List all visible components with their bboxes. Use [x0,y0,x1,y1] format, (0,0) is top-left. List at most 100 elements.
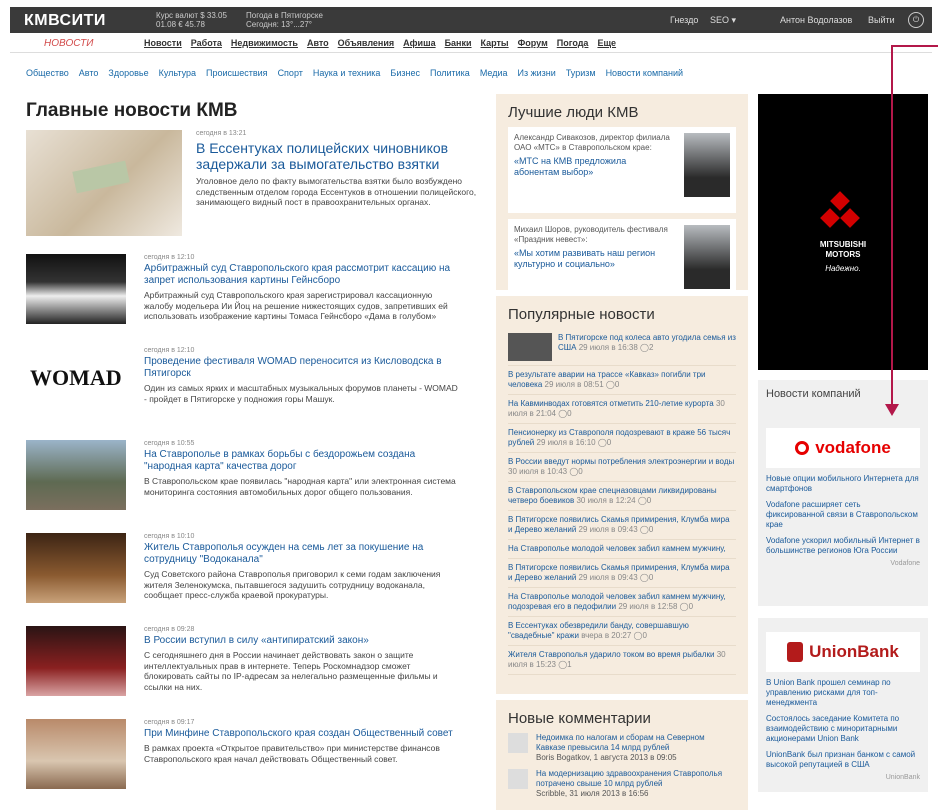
popular-item: На Ставрополье молодой человек забил кам… [508,540,736,559]
news-thumbnail[interactable] [26,254,126,324]
category-link[interactable]: Происшествия [206,68,268,78]
mitsubishi-ad[interactable]: MITSUBISHI MOTORS Надежно. [758,94,928,370]
popular-item: В Ессентуках обезвредили банду, совершав… [508,617,736,646]
comment-link[interactable]: На модернизацию здравоохранения Ставропо… [536,769,736,789]
news-body: сегодня в 12:10 Проведение фестиваля WOMA… [144,347,460,422]
news-title-link[interactable]: Проведение фестиваля WOMAD переносится и… [144,356,460,380]
vodafone-news-link[interactable]: Vodafone ускорил мобильный Интернет в бо… [766,536,920,556]
unionbank-logo[interactable]: UnionBank [766,632,920,672]
main-nav-item[interactable]: Работа [191,38,222,48]
comment-thumbnail-icon [508,733,528,753]
category-link[interactable]: Культура [159,68,196,78]
person-quote-link[interactable]: «Мы хотим развивать наш регион культурно… [514,248,674,270]
news-thumbnail[interactable] [26,719,126,789]
news-thumbnail[interactable] [26,626,126,696]
news-title-link[interactable]: В России вступил в силу «антипиратский з… [144,635,460,647]
category-link[interactable]: Туризм [566,68,596,78]
person-card: Александр Сивакозов, директор филиала ОА… [508,127,736,213]
middle-column: Лучшие люди КМВ Александр Сивакозов, дир… [496,94,748,810]
unionbank-box: UnionBank В Union Bank прошел семинар по… [758,618,928,792]
news-section-logo[interactable]: НОВОСТИ [44,38,93,49]
main-nav-item[interactable]: Новости [144,38,182,48]
popular-item: Пенсионерку из Ставрополя подозревают в … [508,424,736,453]
category-link[interactable]: Авто [79,68,99,78]
category-link[interactable]: Спорт [278,68,303,78]
annotation-arrow-head-icon [885,404,899,416]
site-logo[interactable]: КМВСИТИ [24,12,106,30]
vodafone-news-link[interactable]: Новые опции мобильного Интернета для сма… [766,474,920,494]
popular-item: Жителя Ставрополья ударило током во врем… [508,646,736,675]
news-time: сегодня в 13:21 [196,130,247,137]
popular-link[interactable]: На Кавминводах готовятся отметить 210-ле… [508,399,714,408]
main-nav-item[interactable]: Еще [597,38,616,48]
category-link[interactable]: Медиа [480,68,508,78]
main-news-column: Главные новости КМВ сегодня в 13:21 В Ес… [26,100,488,794]
main-nav-item[interactable]: Погода [557,38,589,48]
news-thumbnail[interactable] [26,533,126,603]
main-nav-item[interactable]: Афиша [403,38,435,48]
mitsubishi-logo-icon [812,191,868,234]
popular-item-body: На Ставрополье молодой человек забил кам… [508,544,736,554]
news-time: сегодня в 10:55 [144,440,195,447]
news-item: сегодня в 09:28 В России вступил в силу «… [26,626,488,701]
unionbank-news-link[interactable]: Состоялось заседание Комитета по взаимод… [766,714,920,744]
logout-link[interactable]: Выйти [868,15,895,25]
news-title-link[interactable]: Арбитражный суд Ставропольского края рас… [144,263,460,287]
main-nav: НОВОСТИ Новости Работа Недвижимость Авто Объ… [10,33,932,53]
news-thumbnail[interactable] [26,440,126,510]
unionbank-news-link[interactable]: В Union Bank прошел семинар по управлени… [766,678,920,708]
news-item: сегодня в 10:10 Житель Ставрополья осужде… [26,533,488,608]
user-name[interactable]: Антон Водолазов [780,15,852,25]
popular-link[interactable]: В России введут нормы потребления электр… [508,457,734,466]
popular-item: В Ставропольском крае спецназовцами ликв… [508,482,736,511]
comment-body: Недоимка по налогам и сборам на Северном… [536,733,736,763]
popular-item: В Пятигорске под колеса авто угодила сем… [508,329,736,366]
category-link[interactable]: Из жизни [518,68,556,78]
category-link[interactable]: Наука и техника [313,68,381,78]
popular-thumbnail[interactable] [508,333,552,361]
main-nav-item[interactable]: Объявления [338,38,395,48]
main-nav-item[interactable]: Банки [445,38,472,48]
main-nav-item[interactable]: Недвижимость [231,38,298,48]
news-body: сегодня в 09:17 При Минфине Ставропольско… [144,719,460,794]
main-nav-item[interactable]: Карты [481,38,509,48]
category-link[interactable]: Общество [26,68,69,78]
person-photo[interactable] [684,225,730,289]
annotation-arrow-top [891,45,938,47]
news-thumbnail[interactable]: WOMAD [26,347,126,417]
popular-item-body: В России введут нормы потребления электр… [508,457,736,477]
news-title-link[interactable]: Житель Ставрополья осужден на семь лет з… [144,542,460,566]
unionbank-news-link[interactable]: UnionBank был признан банком с самой выс… [766,750,920,770]
featured-image[interactable] [26,130,182,236]
gnezdo-link[interactable]: Гнездо [670,15,698,25]
person-photo[interactable] [684,133,730,197]
person-quote-link[interactable]: «МТС на КМВ предложила абонентам выбор» [514,156,674,178]
vodafone-icon [795,441,810,455]
popular-news-box: Популярные новости В Пятигорске под коле… [496,296,748,694]
category-link[interactable]: Новости компаний [606,68,683,78]
news-title-link[interactable]: При Минфине Ставропольского края создан … [144,728,460,740]
main-nav-item[interactable]: Авто [307,38,329,48]
page-title: Главные новости КМВ [26,100,238,121]
popular-meta: 29 июля в 09:43 ◯0 [578,525,654,534]
main-nav-item[interactable]: Форум [518,38,548,48]
comment-author: Scribble, 31 июля 2013 в 16:56 [536,789,649,798]
unionbank-icon [787,642,804,662]
seo-dropdown[interactable]: SEO ▾ [710,15,736,26]
unionbank-source: UnionBank [885,774,920,781]
popular-item-body: Пенсионерку из Ставрополя подозревают в … [508,428,736,448]
news-item: сегодня в 10:55 На Ставрополье в рамках б… [26,440,488,515]
news-text: В рамках проекта «Открытое правительство… [144,743,440,764]
vodafone-logo[interactable]: vodafone [766,428,920,468]
comment-link[interactable]: Недоимка по налогам и сборам на Северном… [536,733,736,753]
category-link[interactable]: Политика [430,68,470,78]
vodafone-news-link[interactable]: Vodafone расширяет сеть фиксированной св… [766,500,920,530]
featured-title-link[interactable]: В Ессентуках полицейских чиновников заде… [196,140,486,172]
category-link[interactable]: Бизнес [390,68,420,78]
news-title-link[interactable]: На Ставрополье в рамках борьбы с бездоро… [144,449,460,473]
popular-link[interactable]: На Ставрополье молодой человек забил кам… [508,544,726,553]
power-icon[interactable]: ⏻ [908,12,924,28]
popular-link[interactable]: Жителя Ставрополья ударило током во врем… [508,650,714,659]
category-link[interactable]: Здоровье [108,68,148,78]
news-body: сегодня в 09:28 В России вступил в силу «… [144,626,460,701]
